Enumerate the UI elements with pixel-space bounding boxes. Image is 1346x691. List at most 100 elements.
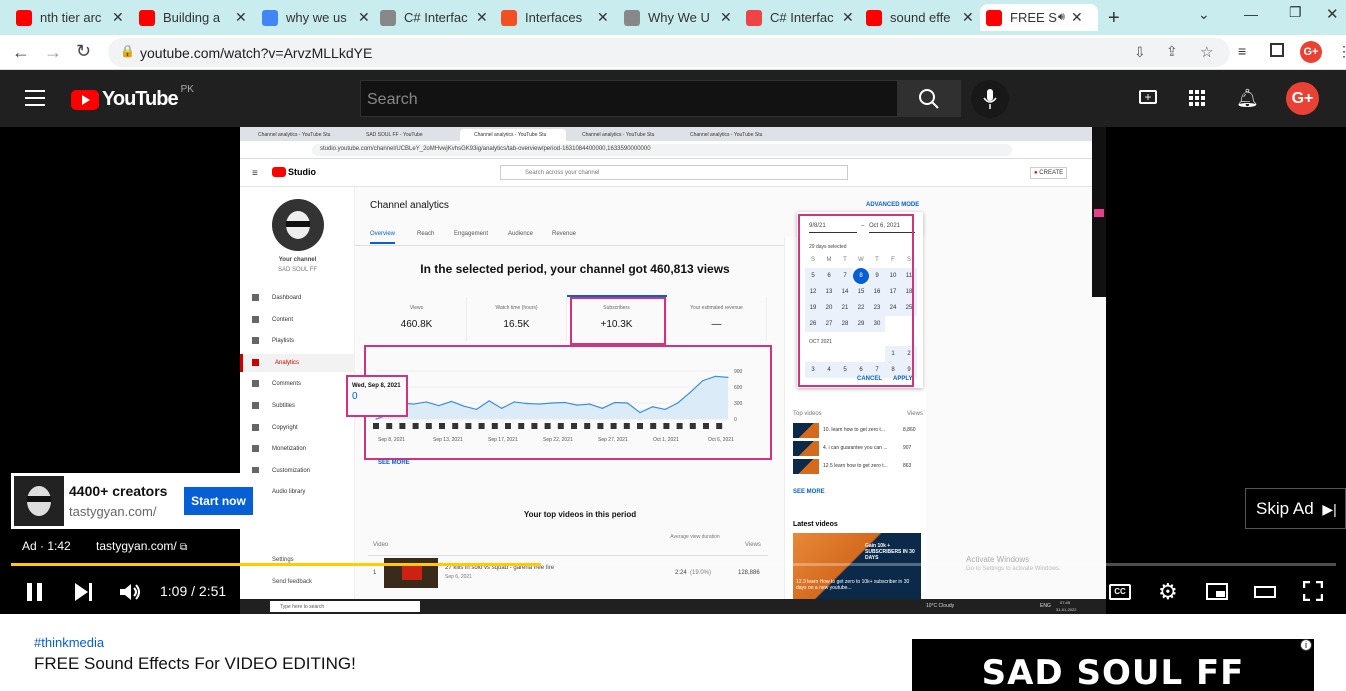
forward-icon[interactable]: → [44, 42, 62, 63]
search-input[interactable]: Search [360, 80, 898, 117]
skip-ad-button[interactable]: Skip Ad ▶| [1245, 488, 1346, 529]
side-video-thumbnail [793, 423, 819, 438]
analytics-subtab: Revenue [552, 231, 577, 237]
url-text: youtube.com/watch?v=ArvzMLLkdYE [140, 45, 373, 61]
side-video-views: 8,860 [903, 427, 916, 433]
nav-send-feedback: Send feedback [272, 579, 313, 585]
captions-icon[interactable]: CC [1109, 584, 1131, 600]
stat-label: Views [409, 305, 424, 311]
voice-search-button[interactable] [971, 80, 1009, 118]
install-icon[interactable]: ⇩ [1134, 44, 1146, 61]
fullscreen-icon[interactable] [1303, 581, 1323, 601]
close-tab-icon[interactable]: ✕ [597, 9, 609, 26]
browser-tab-strip: nth tier arc ✕ Building a ✕ why we us ✕ C# Int… [0, 0, 1346, 35]
minimize-icon[interactable]: — [1244, 6, 1258, 22]
tab-audio-icon[interactable]: 🔊︎ [1058, 11, 1065, 24]
browser-tab[interactable]: Interfaces ✕ [495, 4, 615, 31]
close-tab-icon[interactable]: ✕ [358, 9, 370, 26]
back-icon[interactable]: ← [12, 42, 30, 63]
theater-mode-icon[interactable] [1254, 586, 1276, 598]
close-tab-icon[interactable]: ✕ [962, 9, 974, 26]
inner-tab-strip: Channel analytics - YouTube Stu SAD SOUL … [240, 127, 1106, 141]
chart-point [450, 400, 453, 402]
browser-tab[interactable]: FREE S 🔊︎ ✕ [980, 4, 1098, 31]
miniplayer-icon[interactable] [1206, 583, 1228, 600]
side-video-row: 10. learn how to get zero t... 8,860 [793, 423, 921, 439]
close-tab-icon[interactable]: ✕ [842, 9, 854, 26]
close-window-icon[interactable]: ✕ [1326, 5, 1339, 23]
next-button[interactable] [75, 583, 93, 601]
youtube-logo[interactable]: YouTube PK [71, 84, 194, 111]
video-hashtag[interactable]: #thinkmedia [34, 635, 104, 650]
chart-point [639, 412, 641, 414]
close-tab-icon[interactable]: ✕ [476, 9, 488, 26]
hamburger-menu-icon[interactable] [25, 90, 45, 106]
volume-button[interactable] [120, 583, 142, 601]
bookmark-star-icon[interactable]: ☆ [1200, 43, 1213, 61]
chart-point [664, 408, 666, 410]
chart-point [626, 402, 629, 404]
progress-bar[interactable] [11, 563, 1336, 566]
search-placeholder: Search [367, 91, 418, 108]
browser-tab[interactable]: Building a ✕ [133, 4, 253, 31]
annotation-box-subscribers [570, 297, 666, 345]
ad-cta-button[interactable]: Start now [184, 487, 253, 515]
close-tab-icon[interactable]: ✕ [112, 9, 124, 26]
share-icon[interactable]: ⇪ [1166, 43, 1178, 60]
web-icon [624, 9, 640, 26]
video-title: FREE Sound Effects For VIDEO EDITING! [34, 654, 356, 673]
create-video-icon[interactable]: + [1139, 90, 1157, 104]
video-marker [689, 423, 696, 429]
video-marker [465, 423, 472, 429]
ad-link[interactable]: tastygyan.com/ ⧉ [96, 539, 187, 553]
media-control-icon[interactable]: ≡ [1238, 43, 1246, 59]
browser-tab[interactable]: sound effe ✕ [860, 4, 980, 31]
video-frame: Channel analytics - YouTube Stu SAD SOUL … [240, 127, 1106, 614]
new-tab-icon[interactable]: + [1108, 7, 1120, 30]
profile-avatar[interactable]: G+ [1300, 41, 1322, 63]
y-tick-label: 900 [734, 369, 743, 375]
browser-tab[interactable]: why we us ✕ [256, 4, 376, 31]
taskbar-weather: 10°C Cloudy [926, 603, 955, 609]
side-see-more: SEE MORE [793, 489, 825, 495]
analytics-subtab: Audience [508, 231, 534, 237]
restore-icon[interactable]: ❐ [1289, 4, 1302, 21]
browser-tab[interactable]: nth tier arc ✕ [10, 4, 130, 31]
settings-gear-icon[interactable]: ⚙ [1158, 579, 1178, 605]
close-tab-icon[interactable]: ✕ [720, 9, 732, 26]
skip-next-icon: ▶| [1322, 501, 1337, 517]
side-video-title: 4. i can guarantee you can ... [823, 445, 888, 451]
reload-icon[interactable]: ↻ [76, 41, 91, 62]
account-avatar[interactable]: G+ [1286, 82, 1319, 115]
side-panel-icon[interactable] [1270, 43, 1284, 57]
video-marker [676, 423, 683, 429]
browser-tab[interactable]: C# Interfac ✕ [740, 4, 860, 31]
video-marker [373, 423, 379, 429]
skip-ad-label: Skip Ad [1256, 499, 1314, 518]
browser-tab[interactable]: C# Interfac ✕ [374, 4, 494, 31]
tab-search-icon[interactable]: ⌄ [1198, 6, 1210, 23]
notifications-bell-icon[interactable]: 🔔︎ [1236, 88, 1259, 109]
side-video-thumbnail [793, 459, 819, 474]
video-marker [650, 423, 657, 429]
ad-card[interactable]: 4400+ creators tastygyan.com/ Start now [11, 473, 261, 529]
close-tab-icon[interactable]: ✕ [1071, 9, 1083, 26]
chart-point [438, 405, 440, 407]
browser-menu-icon[interactable]: ⋮ [1337, 43, 1346, 60]
analytics-subtab: Engagement [454, 231, 489, 237]
apps-grid-icon[interactable] [1189, 90, 1205, 106]
row-avg-duration: 2:24 [675, 570, 687, 576]
browser-tab-title: C# Interfac [770, 10, 834, 25]
omnibox[interactable]: 🔒 youtube.com/watch?v=ArvzMLLkdYE ⇩ ⇪ ☆ [108, 38, 1230, 67]
pause-button[interactable] [26, 583, 44, 601]
search-button[interactable] [897, 80, 961, 117]
sidebar-ad-banner[interactable]: SAD SOUL FF [912, 639, 1314, 691]
browser-tab[interactable]: Why We U ✕ [618, 4, 738, 31]
taskbar-search: Type here to search [270, 601, 420, 612]
video-player[interactable]: Channel analytics - YouTube Stu SAD SOUL … [0, 127, 1346, 614]
close-tab-icon[interactable]: ✕ [235, 9, 247, 26]
table-header-views: Views [745, 542, 761, 548]
advanced-mode-link: ADVANCED MODE [866, 202, 920, 208]
taskbar-clock: 07:45 [1060, 600, 1071, 605]
ad-info-icon[interactable]: i [1300, 639, 1312, 651]
